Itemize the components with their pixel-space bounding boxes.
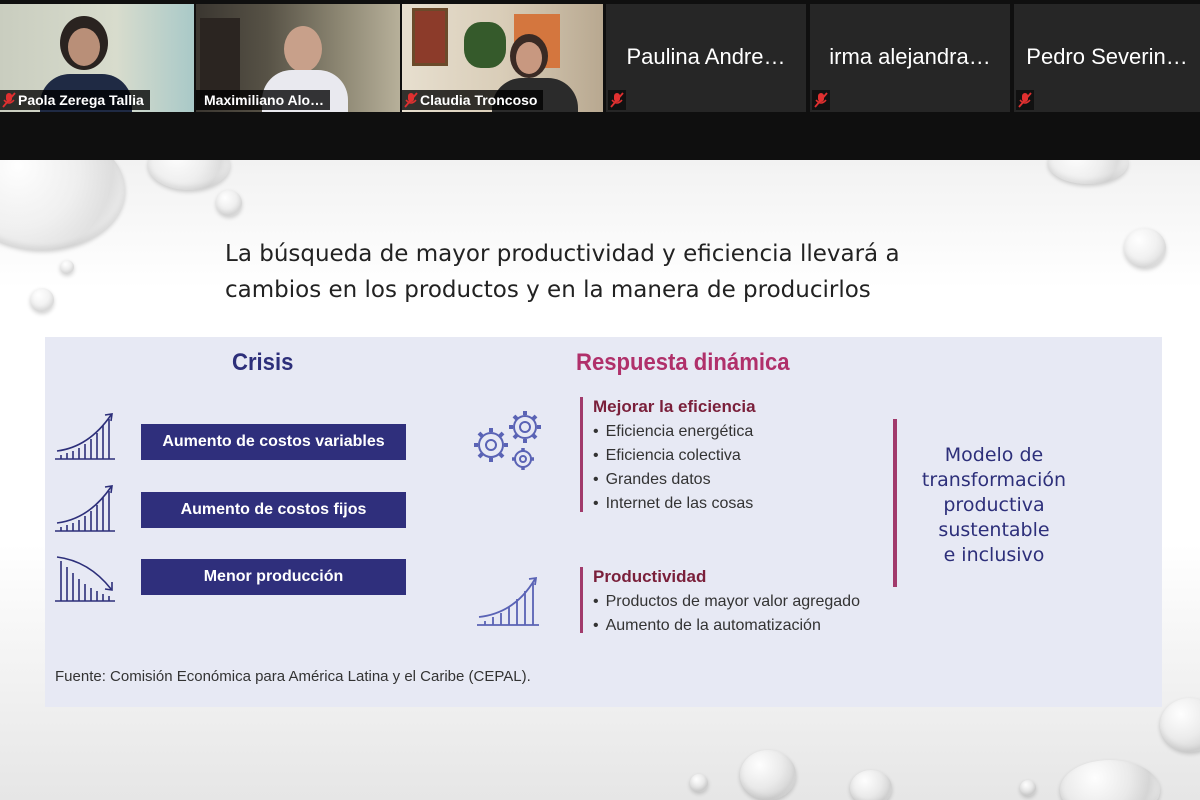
- droplet-decoration: [60, 260, 74, 274]
- efficiency-item: Grandes datos: [593, 468, 756, 492]
- droplet-decoration: [216, 190, 242, 216]
- participant-nameplate: Maximiliano Alo…: [196, 90, 331, 110]
- model-line: sustentable: [938, 519, 1050, 541]
- participant-tile[interactable]: Paulina Andre…: [606, 4, 806, 112]
- droplet-decoration: [1160, 698, 1200, 752]
- participant-name: Paulina Andre…: [626, 44, 786, 69]
- model-line: Modelo de: [944, 444, 1044, 466]
- droplet-decoration: [1020, 780, 1036, 796]
- participant-tile-active-speaker[interactable]: Maximiliano Alo…: [196, 4, 400, 112]
- crisis-item-box: Aumento de costos variables: [141, 424, 406, 460]
- crisis-item-box: Aumento de costos fijos: [141, 492, 406, 528]
- muted-mic-icon: [610, 92, 624, 108]
- productivity-group: Productividad Productos de mayor valor a…: [580, 567, 860, 634]
- crisis-item-box: Menor producción: [141, 559, 406, 595]
- model-line: transformación: [921, 469, 1067, 491]
- efficiency-item: Eficiencia colectiva: [593, 444, 756, 468]
- droplet-decoration: [0, 160, 125, 250]
- infographic-panel: Crisis Respuesta dinámica Aumento de cos…: [45, 337, 1162, 707]
- muted-mic-icon: [814, 92, 828, 108]
- model-line: e inclusivo: [943, 544, 1045, 566]
- model-box: Modelo de transformación productiva sust…: [893, 419, 1073, 587]
- droplet-decoration: [148, 160, 230, 190]
- droplet-decoration: [690, 774, 708, 792]
- participant-nameplate: Paola Zerega Tallia: [0, 90, 150, 110]
- participant-tile[interactable]: Paola Zerega Tallia: [0, 4, 194, 112]
- participant-nameplate: Claudia Troncoso: [402, 90, 544, 110]
- slide-title-line: La búsqueda de mayor productividad y efi…: [225, 241, 900, 267]
- efficiency-title: Mejorar la eficiencia: [593, 397, 756, 416]
- droplet-decoration: [30, 288, 54, 312]
- participant-name: Pedro Severin…: [1026, 44, 1188, 69]
- falling-chart-icon: [55, 556, 115, 602]
- participant-name: irma alejandra…: [829, 44, 991, 69]
- participant-strip: Paola Zerega Tallia Maximiliano Alo… Cla…: [0, 0, 1200, 160]
- participant-name: Claudia Troncoso: [420, 92, 538, 108]
- participant-tile[interactable]: Claudia Troncoso: [402, 4, 603, 112]
- crisis-heading: Crisis: [232, 349, 294, 376]
- mute-indicator: [608, 90, 626, 110]
- efficiency-item: Internet de las cosas: [593, 492, 756, 516]
- shared-slide: La búsqueda de mayor productividad y efi…: [0, 160, 1200, 800]
- model-text: Modelo de transformación productiva sust…: [909, 443, 1079, 568]
- participant-tile[interactable]: Pedro Severin…: [1014, 4, 1200, 112]
- model-line: productiva: [943, 494, 1045, 516]
- droplet-decoration: [1060, 760, 1160, 800]
- participant-tile[interactable]: irma alejandra…: [810, 4, 1010, 112]
- productivity-item: Aumento de la automatización: [593, 614, 860, 638]
- droplet-decoration: [740, 750, 796, 800]
- mute-indicator: [812, 90, 830, 110]
- muted-mic-icon: [1018, 92, 1032, 108]
- droplet-decoration: [1124, 228, 1166, 268]
- rising-chart-icon: [55, 413, 115, 460]
- droplet-decoration: [1048, 160, 1128, 184]
- productivity-title: Productividad: [593, 567, 707, 586]
- rising-chart-icon: [477, 576, 539, 626]
- participant-name: Paola Zerega Tallia: [18, 92, 144, 108]
- participant-name: Maximiliano Alo…: [204, 92, 325, 108]
- gears-icon: [474, 411, 541, 470]
- efficiency-group: Mejorar la eficiencia Eficiencia energét…: [580, 397, 756, 512]
- slide-title-line: cambios en los productos y en la manera …: [225, 277, 871, 303]
- muted-mic-icon: [404, 92, 418, 108]
- response-heading: Respuesta dinámica: [576, 349, 790, 376]
- rising-chart-icon: [55, 485, 115, 532]
- droplet-decoration: [850, 770, 892, 800]
- muted-mic-icon: [2, 92, 16, 108]
- mute-indicator: [1016, 90, 1034, 110]
- efficiency-item: Eficiencia energética: [593, 420, 756, 444]
- slide-title: La búsqueda de mayor productividad y efi…: [225, 236, 1025, 308]
- productivity-item: Productos de mayor valor agregado: [593, 590, 860, 614]
- source-note: Fuente: Comisión Económica para América …: [55, 668, 531, 685]
